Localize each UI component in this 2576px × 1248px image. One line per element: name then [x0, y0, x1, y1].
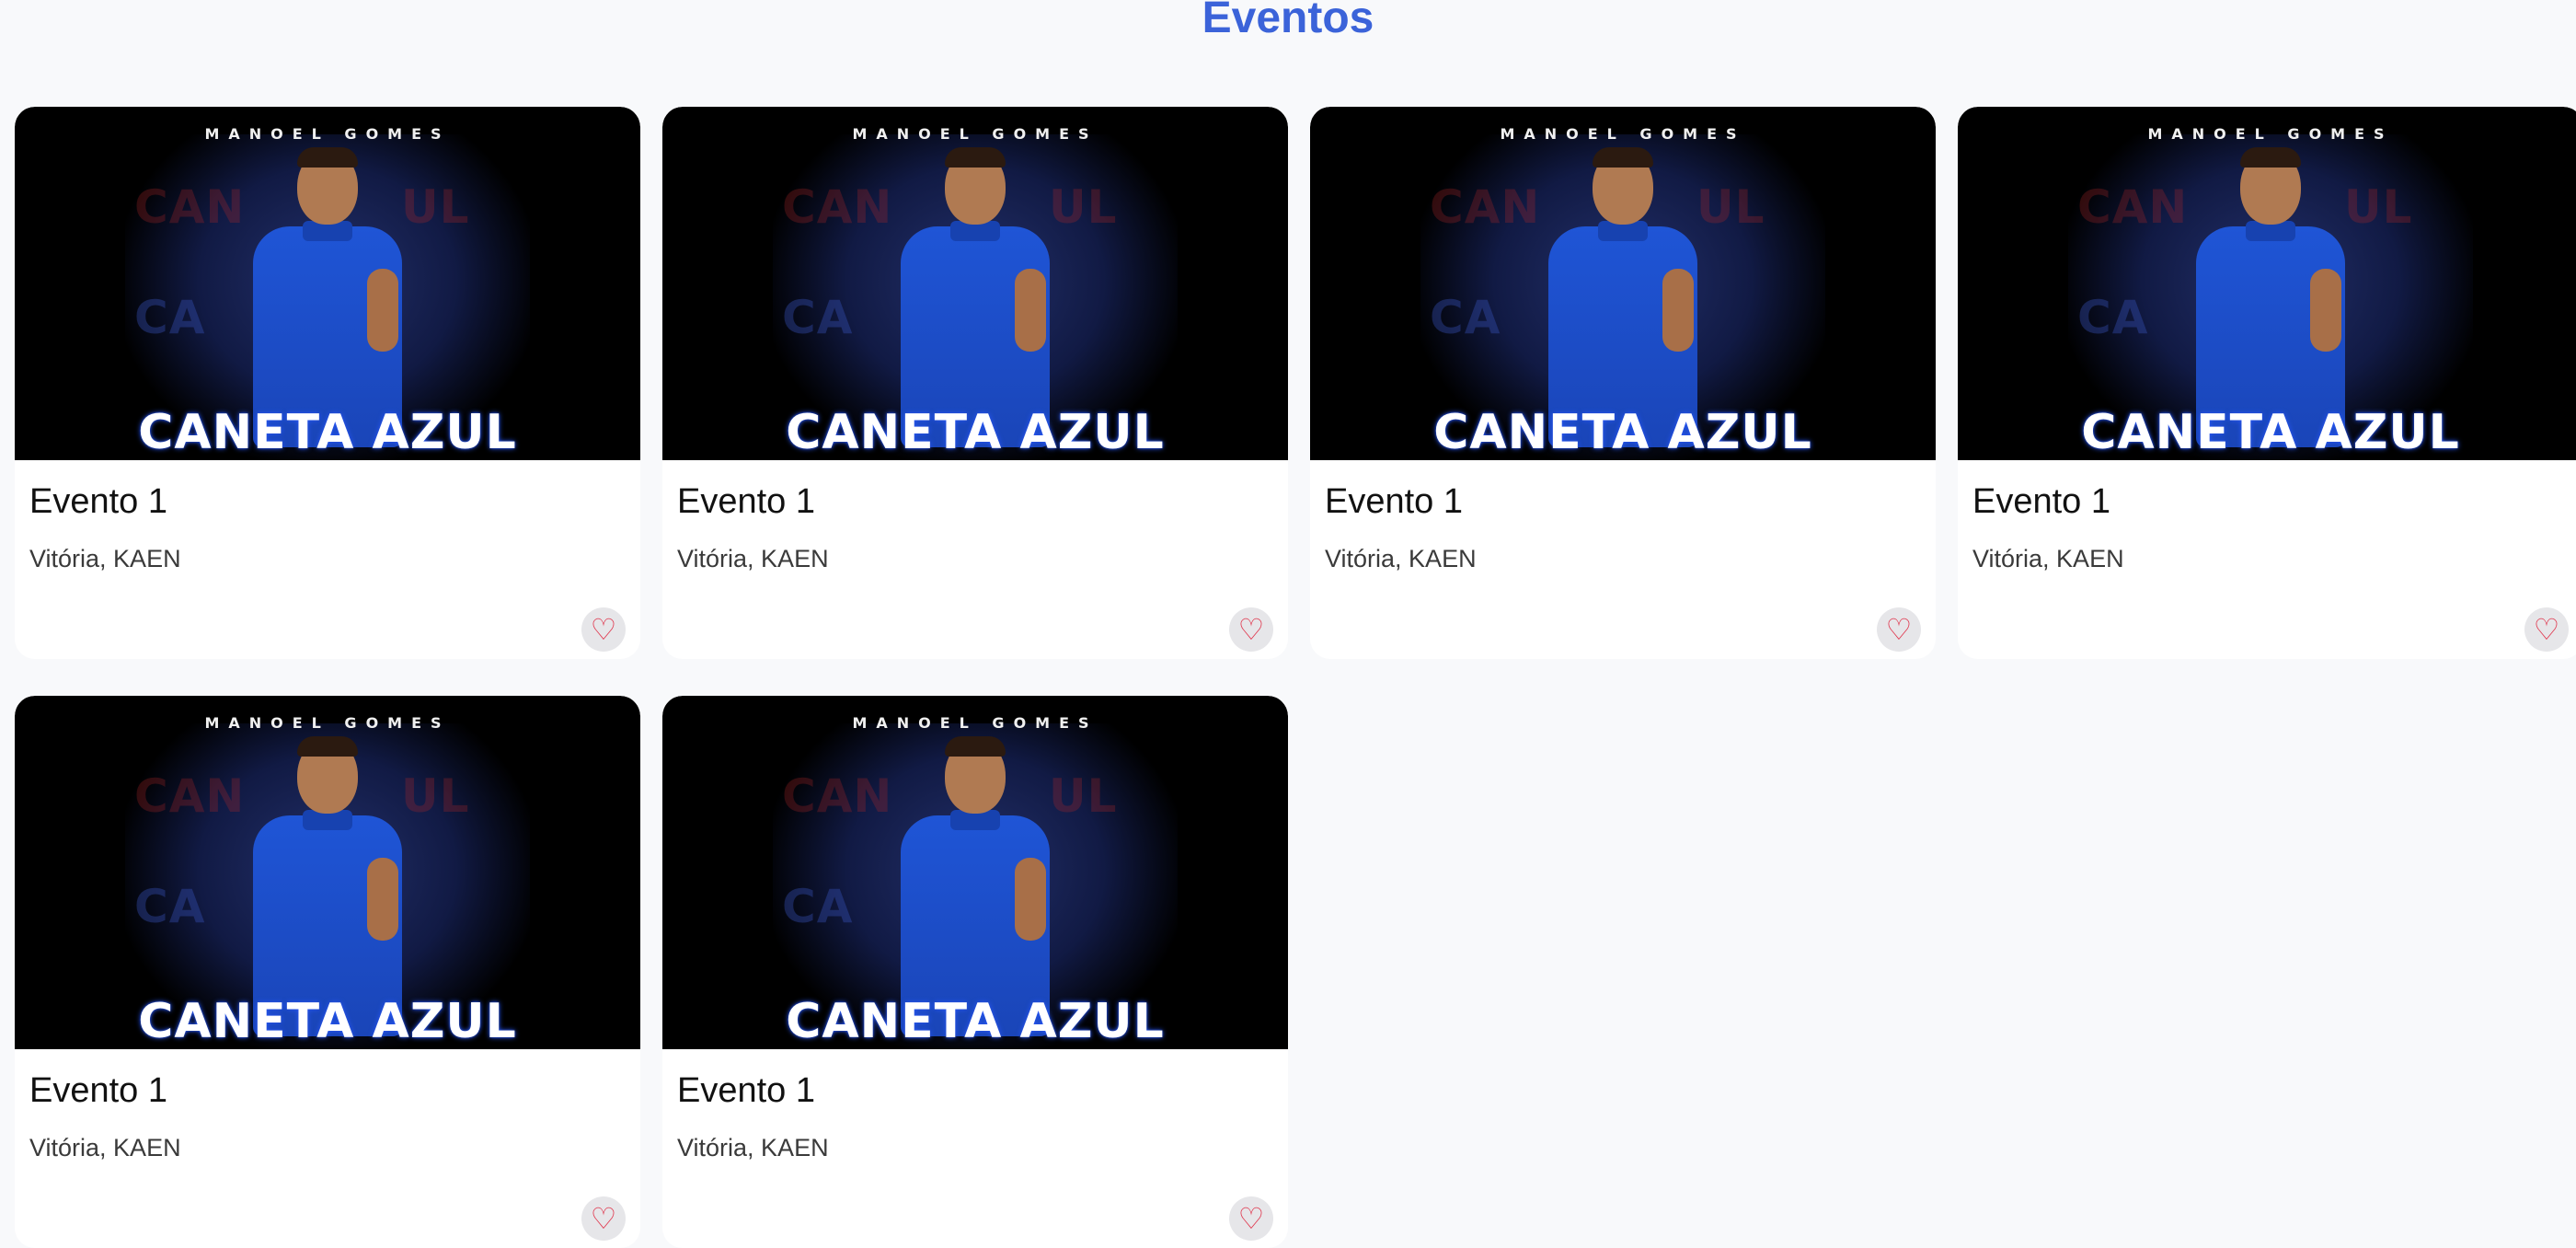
event-card-body: Evento 1 Vitória, KAEN ♡ — [15, 460, 640, 659]
event-image[interactable]: CAN UL CA MANOEL GOMES CANETA AZUL — [15, 107, 640, 460]
event-card[interactable]: CAN UL CA MANOEL GOMES CANETA AZUL Event… — [662, 107, 1288, 659]
favorite-button[interactable]: ♡ — [1229, 1196, 1273, 1241]
image-artist-name: MANOEL GOMES — [204, 125, 451, 143]
image-title-text: CANETA AZUL — [786, 405, 1165, 460]
event-title: Evento 1 — [1972, 482, 2110, 521]
image-backdrop-text: CA — [134, 291, 206, 344]
event-image[interactable]: CAN UL CA MANOEL GOMES CANETA AZUL — [15, 696, 640, 1049]
heart-icon: ♡ — [1237, 612, 1265, 647]
image-title-text: CANETA AZUL — [1433, 405, 1812, 460]
event-card[interactable]: CAN UL CA MANOEL GOMES CANETA AZUL Event… — [15, 107, 640, 659]
event-card-body: Evento 1 Vitória, KAEN ♡ — [662, 1049, 1288, 1248]
event-location: Vitória, KAEN — [29, 545, 181, 572]
image-backdrop-text: CAN — [782, 180, 893, 234]
image-backdrop-text: UL — [401, 180, 470, 234]
image-backdrop-text: CA — [2077, 291, 2149, 344]
favorite-button[interactable]: ♡ — [2524, 607, 2569, 652]
image-title-text: CANETA AZUL — [786, 994, 1165, 1049]
event-location: Vitória, KAEN — [1325, 545, 1477, 572]
event-card[interactable]: CAN UL CA MANOEL GOMES CANETA AZUL Event… — [1310, 107, 1936, 659]
image-backdrop-text: CA — [134, 880, 206, 933]
event-title: Evento 1 — [677, 482, 815, 521]
event-card-body: Evento 1 Vitória, KAEN ♡ — [1958, 460, 2576, 659]
event-card[interactable]: CAN UL CA MANOEL GOMES CANETA AZUL Event… — [15, 696, 640, 1248]
image-backdrop-text: CAN — [134, 180, 246, 234]
image-title-text: CANETA AZUL — [2081, 405, 2460, 460]
event-title: Evento 1 — [29, 1071, 167, 1110]
event-title: Evento 1 — [1325, 482, 1463, 521]
image-backdrop-text: UL — [1696, 180, 1765, 234]
favorite-button[interactable]: ♡ — [1877, 607, 1921, 652]
image-title-text: CANETA AZUL — [138, 405, 517, 460]
image-artist-name: MANOEL GOMES — [2147, 125, 2394, 143]
image-artist-name: MANOEL GOMES — [204, 714, 451, 732]
event-title: Evento 1 — [677, 1071, 815, 1110]
events-grid: CAN UL CA MANOEL GOMES CANETA AZUL Event… — [15, 107, 2576, 1248]
image-backdrop-text: CA — [1430, 291, 1501, 344]
event-image[interactable]: CAN UL CA MANOEL GOMES CANETA AZUL — [1310, 107, 1936, 460]
image-artist-name: MANOEL GOMES — [852, 125, 1098, 143]
image-backdrop-text: CA — [782, 880, 854, 933]
image-backdrop-text: CAN — [782, 769, 893, 823]
heart-icon: ♡ — [1885, 612, 1913, 647]
image-backdrop-text: UL — [401, 769, 470, 823]
event-image[interactable]: CAN UL CA MANOEL GOMES CANETA AZUL — [662, 696, 1288, 1049]
heart-icon: ♡ — [590, 1201, 617, 1236]
page-title: Eventos — [1202, 0, 1374, 42]
event-location: Vitória, KAEN — [29, 1134, 181, 1161]
heart-icon: ♡ — [590, 612, 617, 647]
event-card-body: Evento 1 Vitória, KAEN ♡ — [15, 1049, 640, 1248]
event-title: Evento 1 — [29, 482, 167, 521]
event-image[interactable]: CAN UL CA MANOEL GOMES CANETA AZUL — [662, 107, 1288, 460]
heart-icon: ♡ — [2533, 612, 2560, 647]
image-backdrop-text: CAN — [2077, 180, 2189, 234]
image-backdrop-text: CAN — [134, 769, 246, 823]
image-title-text: CANETA AZUL — [138, 994, 517, 1049]
image-artist-name: MANOEL GOMES — [1500, 125, 1746, 143]
event-location: Vitória, KAEN — [1972, 545, 2124, 572]
event-card-body: Evento 1 Vitória, KAEN ♡ — [662, 460, 1288, 659]
event-location: Vitória, KAEN — [677, 1134, 829, 1161]
favorite-button[interactable]: ♡ — [1229, 607, 1273, 652]
image-backdrop-text: UL — [1049, 180, 1118, 234]
event-image[interactable]: CAN UL CA MANOEL GOMES CANETA AZUL — [1958, 107, 2576, 460]
event-card-body: Evento 1 Vitória, KAEN ♡ — [1310, 460, 1936, 659]
favorite-button[interactable]: ♡ — [581, 607, 626, 652]
heart-icon: ♡ — [1237, 1201, 1265, 1236]
event-card[interactable]: CAN UL CA MANOEL GOMES CANETA AZUL Event… — [662, 696, 1288, 1248]
favorite-button[interactable]: ♡ — [581, 1196, 626, 1241]
image-backdrop-text: UL — [2344, 180, 2413, 234]
image-backdrop-text: CA — [782, 291, 854, 344]
image-artist-name: MANOEL GOMES — [852, 714, 1098, 732]
event-location: Vitória, KAEN — [677, 545, 829, 572]
image-backdrop-text: UL — [1049, 769, 1118, 823]
image-backdrop-text: CAN — [1430, 180, 1541, 234]
event-card[interactable]: CAN UL CA MANOEL GOMES CANETA AZUL Event… — [1958, 107, 2576, 659]
